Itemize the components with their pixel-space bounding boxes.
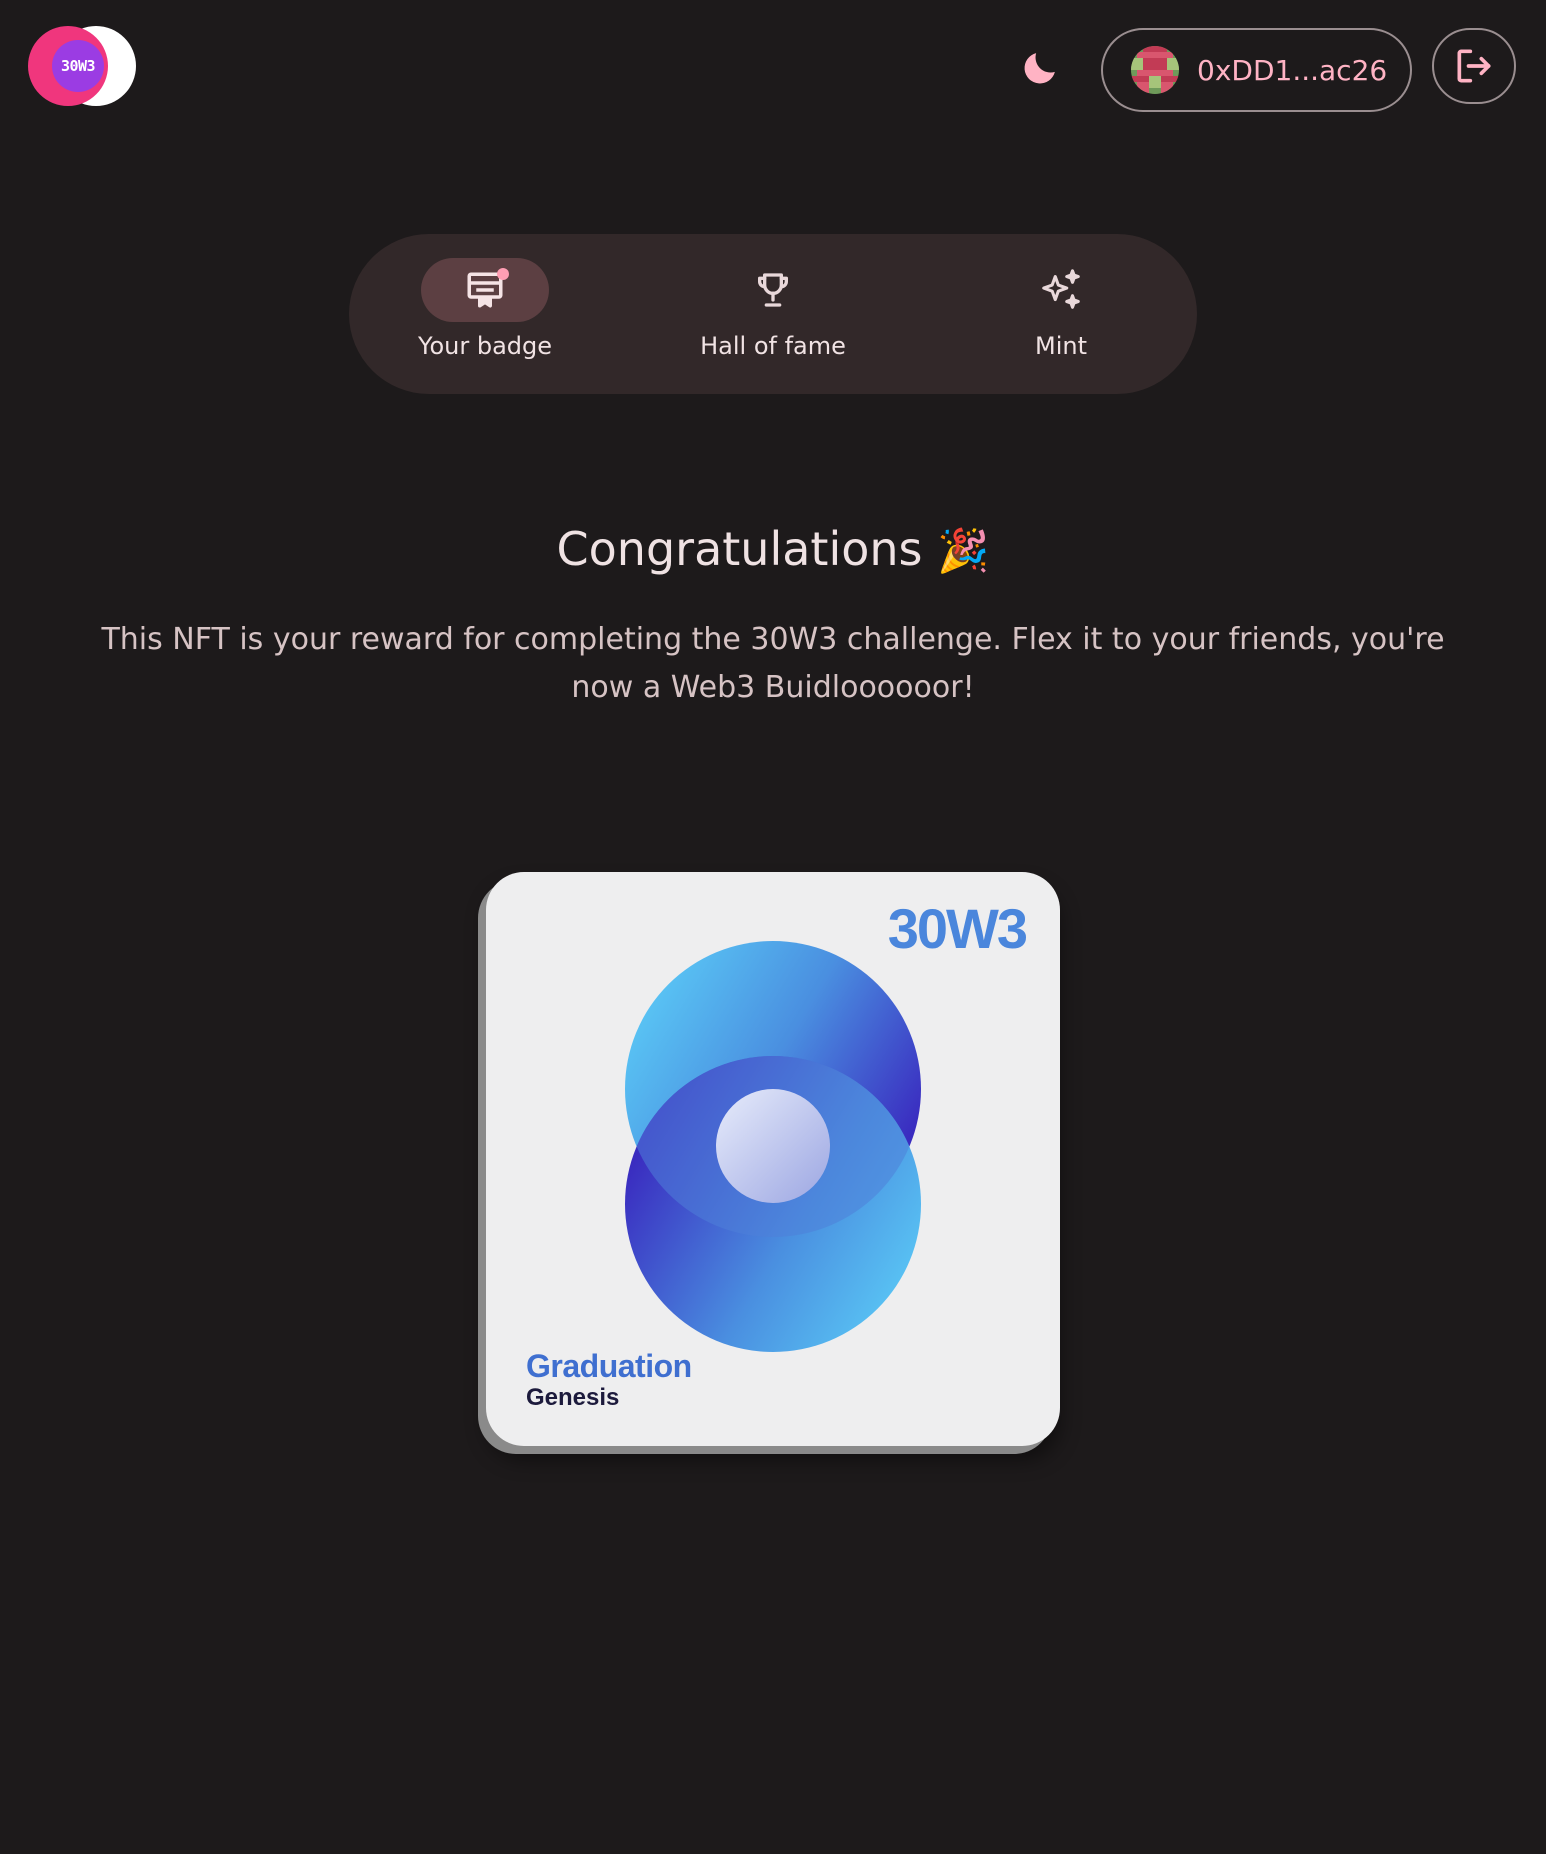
tab-mint-label: Mint <box>1035 332 1087 360</box>
nft-title: Graduation <box>526 1348 692 1384</box>
app-logo[interactable]: 30W3 <box>28 26 138 106</box>
trophy-icon <box>758 273 788 307</box>
nft-subtitle: Genesis <box>526 1384 620 1411</box>
nft-card: 30W3 Graduation Genesis <box>486 872 1060 1446</box>
logout-button[interactable] <box>1432 28 1516 104</box>
tab-mint-pill <box>997 258 1125 322</box>
tab-hall-of-fame-label: Hall of fame <box>700 332 846 360</box>
logout-icon <box>1457 49 1491 83</box>
page-title-text: Congratulations <box>556 522 923 576</box>
wallet-button[interactable]: 0xDD1...ac26 <box>1101 28 1412 112</box>
nft-brand: 30W3 <box>887 897 1028 960</box>
tab-hall-of-fame-pill <box>709 258 837 322</box>
tab-your-badge-label: Your badge <box>417 332 553 360</box>
page-title: Congratulations 🎉 <box>0 522 1546 576</box>
party-popper-icon: 🎉 <box>937 526 990 575</box>
tab-hall-of-fame[interactable]: Hall of fame <box>673 258 873 378</box>
wallet-address: 0xDD1...ac26 <box>1197 53 1388 87</box>
sparkles-icon <box>1042 269 1080 309</box>
tab-mint[interactable]: Mint <box>961 258 1161 378</box>
tab-bar: Your badge Hall of fame Mint <box>349 234 1197 394</box>
page: 30W3 0xDD1...ac26 Your badge Hall of fam… <box>0 0 1546 1854</box>
avatar <box>1131 46 1179 94</box>
notification-dot <box>497 268 509 280</box>
theme-toggle-button[interactable] <box>1012 40 1068 96</box>
tab-your-badge[interactable]: Your badge <box>385 258 585 378</box>
page-description: This NFT is your reward for completing t… <box>101 622 1445 705</box>
tab-your-badge-pill <box>421 258 549 322</box>
logo-text: 30W3 <box>60 57 96 75</box>
moon-icon <box>1024 53 1055 84</box>
